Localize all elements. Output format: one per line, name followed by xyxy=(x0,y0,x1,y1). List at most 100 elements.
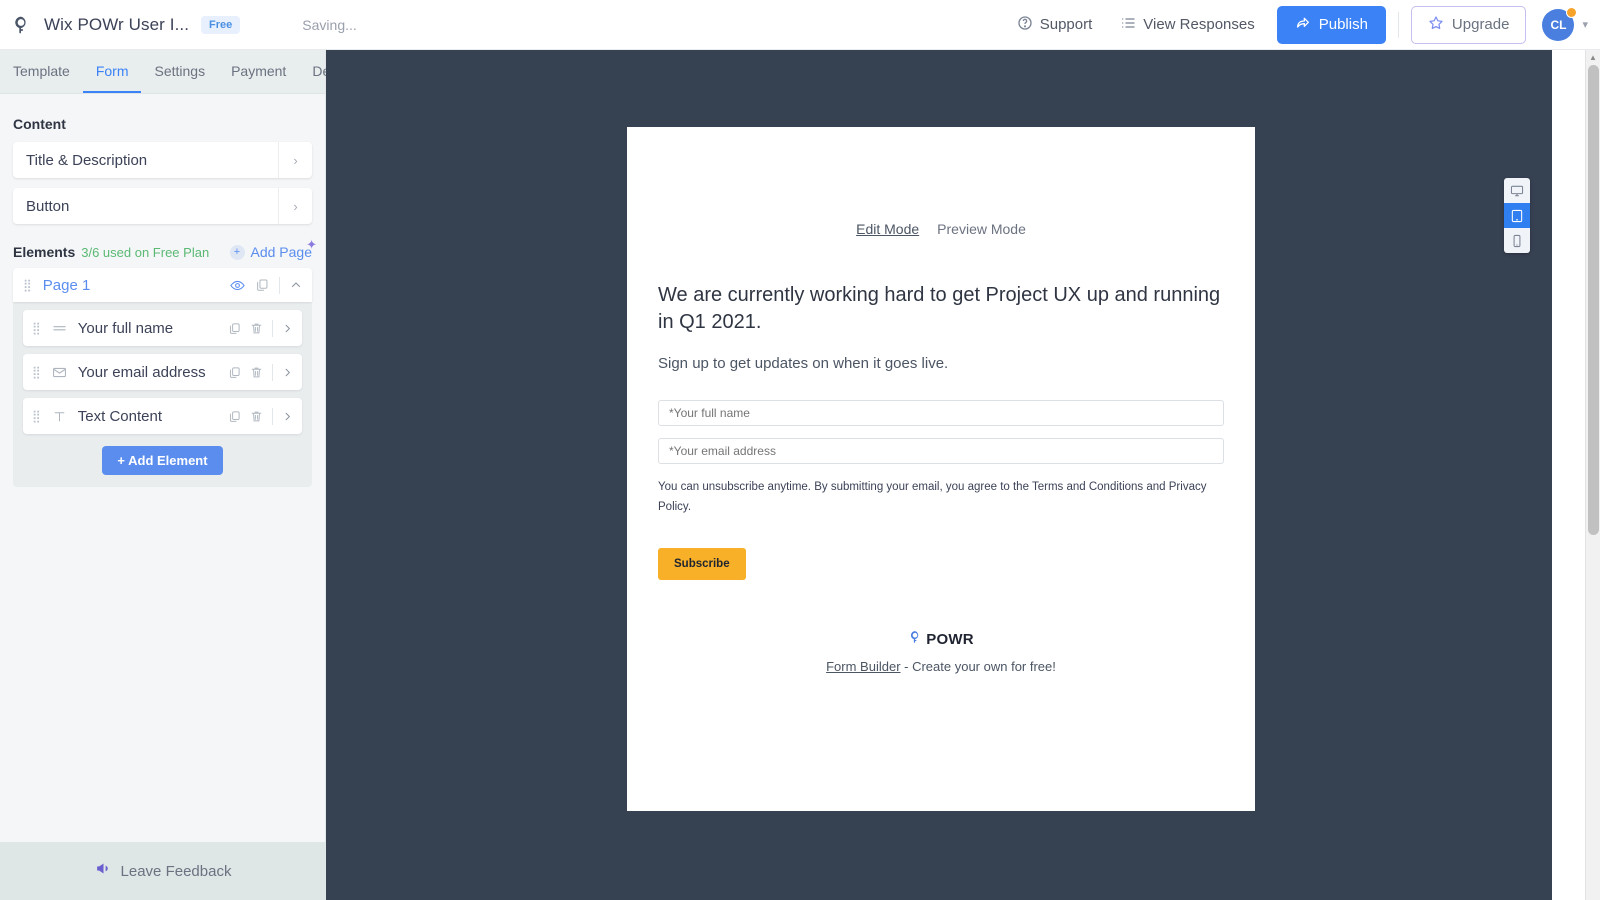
form-footer: POWR Form Builder - Create your own for … xyxy=(658,630,1224,675)
app-title: Wix POWr User I... xyxy=(44,14,190,34)
view-responses-label: View Responses xyxy=(1143,16,1255,33)
eye-icon[interactable] xyxy=(230,278,245,293)
leave-feedback-label: Leave Feedback xyxy=(120,862,232,880)
add-element-button[interactable]: + Add Element xyxy=(102,446,223,475)
top-bar: Wix POWr User I... Free Saving... Suppor… xyxy=(0,0,1600,50)
star-icon xyxy=(1428,15,1444,35)
save-status: Saving... xyxy=(302,16,357,33)
subscribe-button[interactable]: Subscribe xyxy=(658,548,746,581)
tab-form[interactable]: Form xyxy=(82,50,142,93)
powr-logo-icon xyxy=(10,14,32,36)
powr-logo-icon xyxy=(908,630,922,648)
element-row-email-address[interactable]: ⣿ Your email address xyxy=(23,354,302,390)
delete-icon[interactable] xyxy=(250,366,263,379)
tab-settings[interactable]: Settings xyxy=(141,50,218,93)
form-disclaimer: You can unsubscribe anytime. By submitti… xyxy=(658,481,1207,514)
envelope-icon xyxy=(52,365,67,380)
desktop-icon[interactable] xyxy=(1504,178,1530,203)
drag-handle-icon[interactable]: ⣿ xyxy=(23,279,32,291)
element-actions xyxy=(228,407,293,425)
drag-handle-icon[interactable]: ⣿ xyxy=(32,322,41,334)
action-divider xyxy=(272,319,273,337)
content-row-button[interactable]: Button › xyxy=(13,188,312,224)
duplicate-icon[interactable] xyxy=(228,366,241,379)
elements-usage: 3/6 used on Free Plan xyxy=(81,244,210,260)
drag-handle-icon[interactable]: ⣿ xyxy=(32,410,41,422)
chevron-right-icon[interactable] xyxy=(282,323,293,334)
chevron-right-icon[interactable] xyxy=(282,367,293,378)
drag-handle-icon[interactable]: ⣿ xyxy=(32,366,41,378)
page-scrollbar[interactable]: ▲ xyxy=(1585,50,1600,900)
megaphone-icon xyxy=(95,860,112,882)
form-credit: Form Builder - Create your own for free! xyxy=(658,659,1224,674)
form-builder-link[interactable]: Form Builder xyxy=(826,659,900,674)
add-page-label: Add Page xyxy=(250,244,313,260)
chevron-right-icon[interactable]: › xyxy=(278,188,312,224)
support-label: Support xyxy=(1039,16,1093,33)
delete-icon[interactable] xyxy=(250,322,263,335)
element-label: Text Content xyxy=(77,407,163,425)
content-row-label: Button xyxy=(26,197,70,215)
tab-payment[interactable]: Payment xyxy=(218,50,299,93)
elements-header: Elements 3/6 used on Free Plan + Add Pag… xyxy=(0,234,325,268)
mobile-icon[interactable] xyxy=(1504,228,1530,253)
support-button[interactable]: Support xyxy=(1003,15,1107,35)
chevron-up-icon[interactable] xyxy=(290,279,302,291)
elements-label: Elements xyxy=(13,244,76,260)
leave-feedback-button[interactable]: Leave Feedback xyxy=(0,842,326,900)
avatar[interactable]: CL xyxy=(1542,6,1578,41)
full-name-input[interactable] xyxy=(658,400,1224,426)
content-row-label: Title & Description xyxy=(26,151,148,169)
powr-brand: POWR xyxy=(658,630,1224,648)
add-page-button[interactable]: + Add Page ✦ xyxy=(229,237,317,260)
form-preview-card: Edit Mode Preview Mode We are currently … xyxy=(627,127,1255,811)
toolbar-divider xyxy=(1397,11,1399,38)
duplicate-icon[interactable] xyxy=(228,410,241,423)
element-row-text-content[interactable]: ⣿ Text Content xyxy=(23,398,302,434)
form-body: We are currently working hard to get Pro… xyxy=(627,282,1255,674)
avatar-notification-badge xyxy=(1566,6,1578,18)
page-name[interactable]: Page 1 xyxy=(43,277,91,294)
sidebar-tabs: Template Form Settings Payment Design xyxy=(0,50,356,94)
element-row-full-name[interactable]: ⣿ Your full name xyxy=(23,310,302,346)
text-t-icon xyxy=(52,409,67,424)
action-divider xyxy=(272,407,273,425)
chevron-down-icon[interactable]: ▾ xyxy=(1582,18,1588,31)
preview-mode-tab[interactable]: Preview Mode xyxy=(937,221,1026,237)
element-actions xyxy=(228,319,293,337)
email-address-input[interactable] xyxy=(658,438,1224,464)
publish-label: Publish xyxy=(1318,16,1368,33)
question-circle-icon xyxy=(1017,15,1033,35)
publish-button[interactable]: Publish xyxy=(1276,5,1386,44)
page-actions xyxy=(230,276,302,294)
form-subtitle: Sign up to get updates on when it goes l… xyxy=(658,355,949,372)
share-arrow-icon xyxy=(1295,15,1311,35)
element-label: Your email address xyxy=(77,363,206,381)
edit-mode-tab[interactable]: Edit Mode xyxy=(856,221,919,237)
element-label: Your full name xyxy=(77,319,174,337)
mode-switcher: Edit Mode Preview Mode xyxy=(627,127,1255,237)
duplicate-icon[interactable] xyxy=(228,322,241,335)
sidebar: Template Form Settings Payment Design Co… xyxy=(0,50,356,900)
text-field-icon xyxy=(52,321,67,336)
tablet-icon[interactable] xyxy=(1504,203,1530,228)
duplicate-icon[interactable] xyxy=(255,278,269,292)
chevron-right-icon[interactable]: › xyxy=(278,142,312,178)
action-divider xyxy=(279,276,280,294)
scrollbar-thumb[interactable] xyxy=(1588,65,1599,535)
chevron-right-icon[interactable] xyxy=(282,411,293,422)
form-credit-rest: - Create your own for free! xyxy=(900,659,1056,675)
plus-icon: + xyxy=(229,244,245,260)
view-responses-button[interactable]: View Responses xyxy=(1106,15,1268,35)
upgrade-button[interactable]: Upgrade xyxy=(1410,5,1527,44)
tab-template[interactable]: Template xyxy=(0,50,83,93)
content-row-title-description[interactable]: Title & Description › xyxy=(13,142,312,178)
list-icon xyxy=(1120,15,1136,35)
action-divider xyxy=(272,363,273,381)
top-bar-actions: Support View Responses Publish Upgrade C… xyxy=(1003,5,1600,44)
element-actions xyxy=(228,363,293,381)
scroll-up-arrow-icon[interactable]: ▲ xyxy=(1586,50,1600,65)
elements-panel: ⣿ Page 1 ⣿ Your full name ⣿ Your email a… xyxy=(13,268,312,487)
delete-icon[interactable] xyxy=(250,410,263,423)
page-row[interactable]: ⣿ Page 1 xyxy=(13,268,312,302)
